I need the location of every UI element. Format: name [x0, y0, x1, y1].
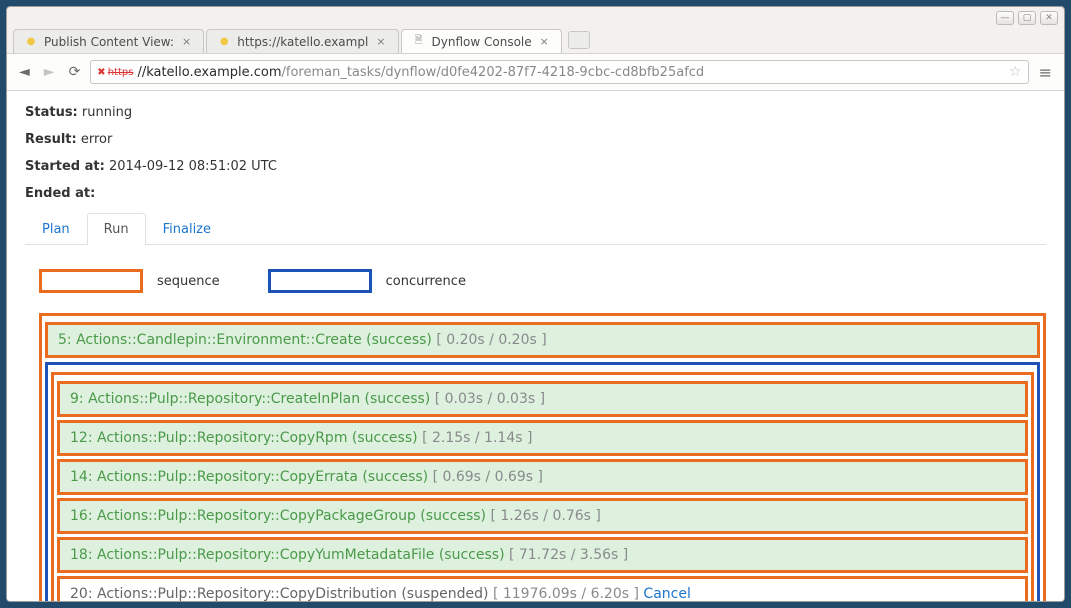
browser-tab[interactable]: ● https://katello.exampl × — [206, 29, 398, 53]
legend-sequence-swatch — [39, 269, 143, 293]
phase-tabs: Plan Run Finalize — [25, 213, 1046, 245]
back-button[interactable]: ◄ — [15, 62, 34, 82]
browser-toolbar: ◄ ► ⟳ ✖https //katello.example.com/forem… — [7, 53, 1064, 91]
flow-step[interactable]: 18: Actions::Pulp::Repository::CopyYumMe… — [57, 537, 1028, 573]
window-maximize-button[interactable]: ▢ — [1018, 11, 1036, 25]
tab-title: Publish Content View: — [44, 35, 174, 49]
page-content: Status: running Result: error Started at… — [7, 91, 1064, 601]
cancel-link[interactable]: Cancel — [643, 586, 690, 601]
execution-flow: 5: Actions::Candlepin::Environment::Crea… — [39, 313, 1046, 601]
sequence-block: 5: Actions::Candlepin::Environment::Crea… — [39, 313, 1046, 601]
status-line: Status: running — [25, 105, 1046, 120]
favicon-icon: ● — [24, 35, 38, 49]
favicon-icon: ● — [217, 35, 231, 49]
tab-title: Dynflow Console — [432, 35, 532, 49]
tab-close-icon[interactable]: × — [538, 35, 551, 48]
sequence-block: 9: Actions::Pulp::Repository::CreateInPl… — [51, 372, 1034, 601]
tab-finalize[interactable]: Finalize — [146, 213, 228, 245]
ended-at-line: Ended at: — [25, 186, 1046, 201]
hamburger-menu-icon[interactable]: ≡ — [1035, 63, 1056, 82]
url-text: //katello.example.com/foreman_tasks/dynf… — [137, 65, 704, 80]
insecure-https-icon: ✖https — [97, 67, 133, 78]
browser-tab[interactable]: 🗎 Dynflow Console × — [401, 29, 562, 53]
started-at-line: Started at: 2014-09-12 08:51:02 UTC — [25, 159, 1046, 174]
bookmark-star-icon[interactable]: ☆ — [1009, 64, 1022, 80]
flow-step[interactable]: 14: Actions::Pulp::Repository::CopyErrat… — [57, 459, 1028, 495]
document-icon: 🗎 — [412, 35, 426, 49]
legend-concurrence-label: concurrence — [386, 274, 466, 289]
concurrence-block: 9: Actions::Pulp::Repository::CreateInPl… — [45, 362, 1040, 601]
window-minimize-button[interactable]: — — [996, 11, 1014, 25]
window-controls: — ▢ ✕ — [7, 7, 1064, 27]
tab-plan[interactable]: Plan — [25, 213, 87, 245]
tab-close-icon[interactable]: × — [180, 35, 193, 48]
tab-close-icon[interactable]: × — [374, 35, 387, 48]
tab-title: https://katello.exampl — [237, 35, 368, 49]
browser-tab[interactable]: ● Publish Content View: × — [13, 29, 204, 53]
flow-step[interactable]: 9: Actions::Pulp::Repository::CreateInPl… — [57, 381, 1028, 417]
result-line: Result: error — [25, 132, 1046, 147]
legend-concurrence-swatch — [268, 269, 372, 293]
new-tab-button[interactable] — [568, 31, 590, 49]
flow-step[interactable]: 5: Actions::Candlepin::Environment::Crea… — [45, 322, 1040, 358]
window-close-button[interactable]: ✕ — [1040, 11, 1058, 25]
browser-window: — ▢ ✕ ● Publish Content View: × ● https:… — [6, 6, 1065, 602]
flow-step[interactable]: 12: Actions::Pulp::Repository::CopyRpm (… — [57, 420, 1028, 456]
forward-button[interactable]: ► — [40, 62, 59, 82]
url-bar[interactable]: ✖https //katello.example.com/foreman_tas… — [90, 60, 1028, 84]
browser-tabstrip: ● Publish Content View: × ● https://kate… — [7, 27, 1064, 53]
legend-sequence-label: sequence — [157, 274, 220, 289]
flow-step[interactable]: 16: Actions::Pulp::Repository::CopyPacka… — [57, 498, 1028, 534]
flow-step[interactable]: 20: Actions::Pulp::Repository::CopyDistr… — [57, 576, 1028, 601]
legend: sequence concurrence — [39, 269, 1046, 293]
reload-button[interactable]: ⟳ — [65, 62, 85, 82]
tab-run[interactable]: Run — [87, 213, 146, 245]
